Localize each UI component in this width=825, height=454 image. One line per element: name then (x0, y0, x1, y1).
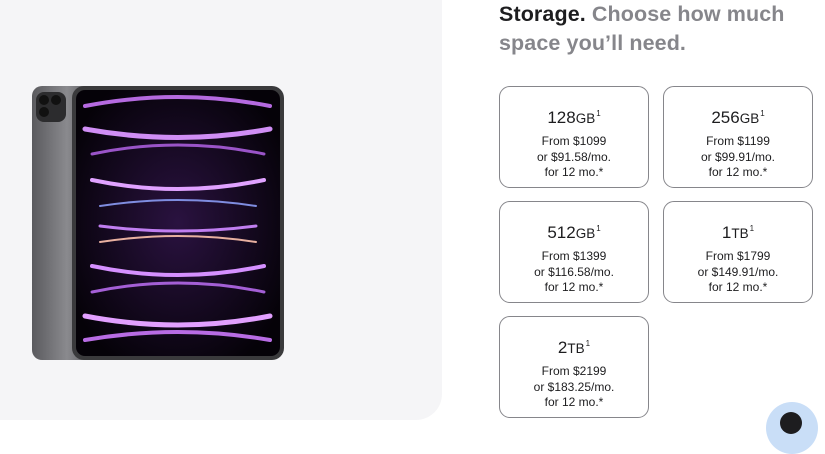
capacity-number: 512 (547, 223, 576, 242)
capacity-number: 1 (721, 223, 732, 242)
capacity-unit: GB (575, 226, 596, 241)
footnote-marker: 1 (585, 339, 591, 348)
price-from: From $1399 (541, 249, 607, 263)
price-from: From $1799 (705, 249, 771, 263)
price-monthly: or $99.91/mo. (700, 149, 776, 164)
price-monthly: or $183.25/mo. (533, 379, 615, 394)
capacity-number: 256 (711, 108, 740, 127)
chat-avatar-icon (780, 412, 802, 434)
capacity-unit: TB (731, 226, 749, 241)
capacity-label: 2TB1 (500, 333, 648, 360)
price-term: for 12 mo.* (708, 165, 768, 179)
price-from: From $1099 (541, 134, 607, 148)
capacity-label: 512GB1 (500, 218, 648, 245)
price-term: for 12 mo.* (544, 280, 604, 294)
price-monthly: or $91.58/mo. (536, 149, 612, 164)
capacity-unit: TB (567, 341, 585, 356)
ipad-image (32, 86, 284, 360)
product-gallery (0, 0, 442, 420)
footnote-marker: 1 (760, 109, 765, 118)
capacity-label: 1TB1 (664, 218, 812, 245)
capacity-unit: GB (739, 111, 760, 126)
capacity-unit: GB (575, 111, 596, 126)
storage-heading-lead: Storage. (499, 2, 586, 26)
price-term: for 12 mo.* (708, 280, 768, 294)
storage-option-1tb[interactable]: 1TB1 From $1799 or $149.91/mo. for 12 mo… (663, 201, 813, 303)
price-from: From $2199 (541, 364, 607, 378)
storage-option-128gb[interactable]: 128GB1 From $1099 or $91.58/mo. for 12 m… (499, 86, 649, 188)
chat-button[interactable] (766, 402, 818, 454)
capacity-number: 128 (547, 108, 576, 127)
price-monthly: or $116.58/mo. (534, 264, 614, 279)
capacity-number: 2 (557, 338, 568, 357)
storage-option-256gb[interactable]: 256GB1 From $1199 or $99.91/mo. for 12 m… (663, 86, 813, 188)
capacity-label: 128GB1 (500, 103, 648, 130)
storage-option-2tb[interactable]: 2TB1 From $2199 or $183.25/mo. for 12 mo… (499, 316, 649, 418)
capacity-label: 256GB1 (664, 103, 812, 130)
storage-option-512gb[interactable]: 512GB1 From $1399 or $116.58/mo. for 12 … (499, 201, 649, 303)
footnote-marker: 1 (596, 224, 601, 233)
price-from: From $1199 (706, 134, 770, 148)
price-monthly: or $149.91/mo. (697, 264, 779, 279)
price-term: for 12 mo.* (544, 165, 604, 179)
storage-heading: Storage. Choose how much space you’ll ne… (499, 0, 809, 58)
price-term: for 12 mo.* (544, 395, 604, 409)
footnote-marker: 1 (596, 109, 601, 118)
footnote-marker: 1 (749, 224, 755, 233)
